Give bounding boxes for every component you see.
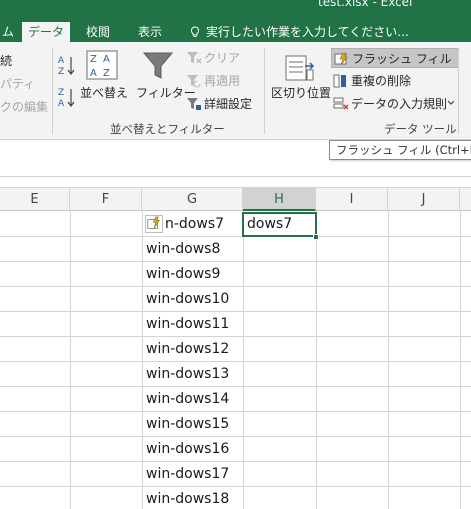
advanced-filter-button[interactable]: 詳細設定	[186, 94, 252, 114]
grid-row-line	[0, 436, 471, 437]
cell-g-row4[interactable]: win-dows10	[146, 291, 229, 307]
svg-text:A: A	[103, 54, 110, 65]
advanced-filter-icon	[187, 98, 201, 110]
worksheet-grid[interactable]: n-dows7 win-dows8 win-dows9 win-dows10 w…	[0, 211, 471, 509]
svg-text:Z: Z	[58, 88, 64, 98]
svg-text:Z: Z	[90, 54, 97, 65]
svg-text:A: A	[90, 68, 97, 79]
remove-duplicates-label: 重複の削除	[351, 74, 412, 88]
fill-handle[interactable]	[313, 234, 319, 240]
svg-text:A: A	[58, 56, 65, 66]
sort-filter-group-label: 並べ替えとフィルター	[110, 122, 225, 136]
tell-me-search[interactable]: 実行したい作業を入力してください...	[190, 22, 409, 42]
ribbon-separator	[458, 48, 459, 134]
reapply-label: 再適用	[204, 74, 241, 88]
ribbon: 続 パティ クの編集 A Z Z A ZA AZ 並べ替え フィルター クリア …	[0, 42, 471, 140]
sort-za-icon[interactable]: Z A	[58, 86, 76, 108]
grid-row-line	[0, 486, 471, 487]
cell-g-row8[interactable]: win-dows14	[146, 391, 229, 407]
grid-column-line	[460, 211, 461, 509]
remove-duplicates-button[interactable]: 重複の削除	[333, 71, 411, 91]
reapply-button[interactable]: 再適用	[186, 71, 240, 91]
tab-view[interactable]: 表示	[132, 22, 168, 42]
column-header-i[interactable]: I	[316, 188, 388, 211]
grid-column-line	[316, 211, 317, 509]
svg-text:Z: Z	[58, 67, 64, 76]
sort-az-icon[interactable]: A Z	[58, 54, 76, 76]
clear-filter-button[interactable]: クリア	[186, 48, 240, 68]
cell-g-row10[interactable]: win-dows16	[146, 441, 229, 457]
column-header-f[interactable]: F	[70, 188, 142, 211]
cell-g-row7[interactable]: win-dows13	[146, 366, 229, 382]
column-header-j[interactable]: J	[388, 188, 460, 211]
grid-row-line	[0, 336, 471, 337]
column-header-e[interactable]: E	[0, 188, 70, 211]
flash-fill-button[interactable]: フラッシュ フィル	[331, 48, 459, 68]
tab-home-partial[interactable]: ム	[0, 22, 20, 42]
ribbon-partial-item-2[interactable]: パティ	[0, 75, 35, 92]
chevron-down-icon[interactable]	[447, 100, 455, 106]
cell-g-row1[interactable]: n-dows7	[165, 216, 224, 232]
cell-g-row11[interactable]: win-dows17	[146, 466, 229, 482]
svg-text:Z: Z	[103, 68, 110, 79]
column-header-row: E F G H I J	[0, 187, 471, 211]
lightbulb-icon	[190, 26, 200, 37]
ribbon-partial-item-1[interactable]: 続	[0, 52, 12, 69]
tell-me-text: 実行したい作業を入力してください...	[206, 25, 409, 39]
cell-g-row9[interactable]: win-dows15	[146, 416, 229, 432]
data-validation-icon	[333, 97, 349, 110]
flash-fill-icon	[334, 52, 348, 66]
clear-filter-icon	[187, 52, 202, 64]
flash-fill-tooltip: フラッシュ フィル (Ctrl+E)	[329, 140, 471, 160]
remove-duplicates-icon	[333, 74, 346, 88]
data-validation-button[interactable]: データの入力規則	[333, 94, 447, 114]
grid-row-line	[0, 461, 471, 462]
data-validation-label: データの入力規則	[351, 97, 448, 111]
flash-fill-options-icon[interactable]	[145, 215, 163, 233]
grid-column-line	[388, 211, 389, 509]
tab-review[interactable]: 校閲	[80, 22, 116, 42]
text-to-columns-icon[interactable]	[283, 52, 315, 82]
active-cell-border[interactable]	[242, 212, 317, 237]
grid-row-line	[0, 411, 471, 412]
cell-g-row12[interactable]: win-dows18	[146, 491, 229, 507]
grid-column-line	[142, 211, 143, 509]
ribbon-separator	[52, 48, 53, 134]
cell-g-row2[interactable]: win-dows8	[146, 241, 220, 257]
grid-row-line	[0, 361, 471, 362]
grid-column-line	[243, 211, 244, 509]
grid-row-line	[0, 261, 471, 262]
text-to-columns-button[interactable]: 区切り位置	[271, 84, 331, 101]
sort-button[interactable]: 並べ替え	[80, 84, 128, 101]
advanced-label: 詳細設定	[204, 97, 253, 111]
clear-label: クリア	[204, 51, 241, 65]
grid-column-line	[70, 211, 71, 509]
grid-row-line	[0, 286, 471, 287]
sort-dialog-icon[interactable]: ZA AZ	[86, 50, 118, 80]
spacer	[0, 177, 471, 187]
reapply-icon	[187, 75, 201, 88]
tab-data[interactable]: データ	[22, 22, 71, 42]
filter-icon[interactable]	[142, 50, 174, 82]
cell-g-row5[interactable]: win-dows11	[146, 316, 229, 332]
column-header-h[interactable]: H	[243, 188, 316, 211]
column-header-g[interactable]: G	[142, 188, 243, 211]
window-title: test.xlsx - Excel	[318, 0, 413, 9]
ribbon-separator	[264, 48, 265, 134]
grid-row-line	[0, 236, 471, 237]
title-and-tab-bar: test.xlsx - Excel ム データ 校閲 表示 実行したい作業を入力…	[0, 0, 471, 42]
svg-text:A: A	[58, 99, 65, 108]
flash-fill-label: フラッシュ フィル	[352, 52, 452, 66]
cell-g-row3[interactable]: win-dows9	[146, 266, 220, 282]
grid-row-line	[0, 311, 471, 312]
grid-row-line	[0, 386, 471, 387]
data-tools-group-label: データ ツール	[384, 122, 457, 136]
cell-g-row6[interactable]: win-dows12	[146, 341, 229, 357]
ribbon-partial-item-3[interactable]: クの編集	[0, 98, 48, 115]
